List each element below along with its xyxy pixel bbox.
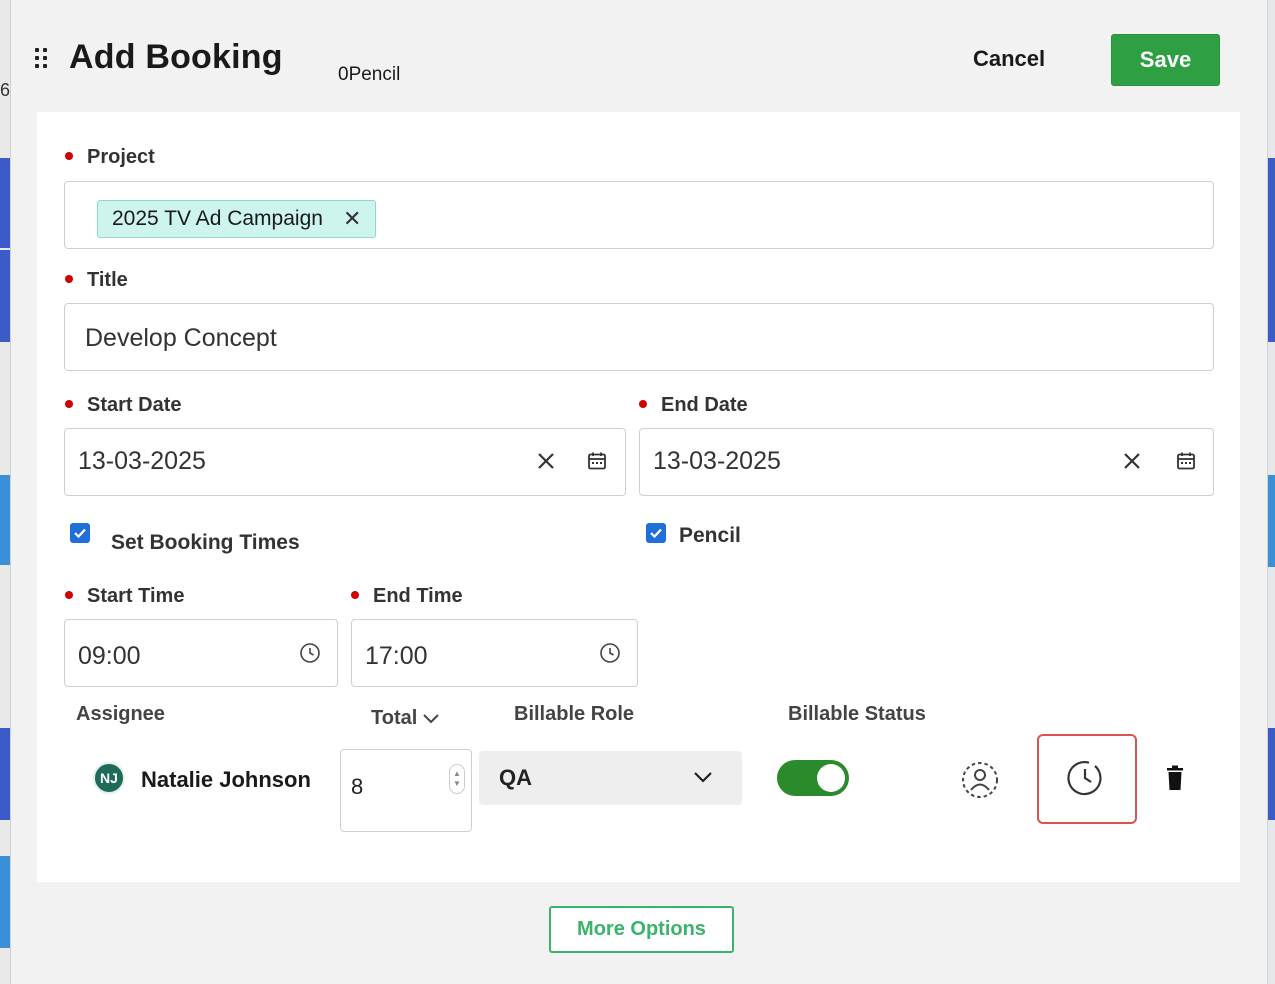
clock-icon[interactable]: [597, 640, 623, 666]
background-bar-left-3: [0, 475, 10, 565]
required-indicator: [639, 399, 647, 408]
required-indicator: [65, 399, 73, 408]
cancel-button[interactable]: Cancel: [973, 46, 1045, 72]
background-bar-right-3: [1268, 475, 1275, 567]
project-tag-label: 2025 TV Ad Campaign: [112, 207, 323, 230]
clock-icon[interactable]: [297, 640, 323, 666]
set-booking-times-checkbox[interactable]: [70, 523, 90, 543]
project-tag: 2025 TV Ad Campaign ✕: [97, 200, 377, 238]
project-label: Project: [65, 146, 155, 169]
highlight-annotation: [1037, 734, 1137, 824]
end-time-value: 17:00: [365, 642, 428, 670]
billable-role-select[interactable]: QA: [479, 751, 742, 805]
title-value: Develop Concept: [85, 324, 277, 352]
chevron-down-icon: [423, 713, 440, 723]
background-bar-left-4: [0, 728, 10, 820]
end-date-value: 13-03-2025: [653, 447, 781, 475]
required-indicator: [65, 590, 73, 599]
clear-end-date-icon[interactable]: [1117, 446, 1147, 476]
background-bar-right-1: [1268, 158, 1275, 250]
trash-icon[interactable]: [1161, 762, 1189, 794]
set-booking-times-label: Set Booking Times: [111, 531, 300, 554]
drag-handle-icon[interactable]: [35, 48, 51, 72]
more-options-button[interactable]: More Options: [549, 906, 734, 953]
title-input[interactable]: Develop Concept: [64, 303, 1214, 371]
required-indicator: [351, 590, 359, 599]
start-time-input[interactable]: 09:00: [64, 619, 338, 687]
modal-header: Add Booking 0Pencil Cancel Save: [11, 0, 1267, 112]
billable-role-column-header: Billable Role: [514, 703, 635, 725]
avatar: NJ: [93, 762, 125, 794]
page-title: Add Booking: [69, 38, 283, 76]
pencil-label: Pencil: [679, 524, 741, 547]
calendar-icon[interactable]: [1172, 447, 1200, 475]
title-label: Title: [65, 269, 128, 292]
calendar-icon[interactable]: [583, 447, 611, 475]
project-field[interactable]: 2025 TV Ad Campaign ✕: [64, 181, 1214, 249]
assignee-name: Natalie Johnson: [141, 767, 311, 792]
background-bar-right-2: [1268, 250, 1275, 342]
required-indicator: [65, 274, 73, 283]
total-hours-value: 8: [351, 774, 364, 799]
total-column-header[interactable]: Total: [371, 707, 441, 730]
billable-status-toggle[interactable]: [777, 760, 849, 796]
chevron-down-icon: [694, 772, 712, 783]
billable-status-column-header: Billable Status: [788, 703, 926, 725]
start-date-value: 13-03-2025: [78, 447, 206, 475]
start-date-input[interactable]: 13-03-2025: [64, 428, 626, 496]
background-bar-left-1: [0, 158, 10, 248]
end-time-input[interactable]: 17:00: [351, 619, 638, 687]
start-date-label: Start Date: [65, 394, 181, 417]
total-hours-stepper[interactable]: 8 ▲ ▼: [340, 749, 472, 832]
save-button[interactable]: Save: [1111, 34, 1220, 86]
start-time-value: 09:00: [78, 642, 141, 670]
background-bar-left-2: [0, 250, 10, 342]
required-indicator: [65, 151, 73, 160]
clear-start-date-icon[interactable]: [531, 446, 561, 476]
pencil-checkbox[interactable]: [646, 523, 666, 543]
billable-role-value: QA: [499, 765, 532, 790]
toggle-knob: [817, 764, 845, 792]
add-booking-modal: Add Booking 0Pencil Cancel Save Project …: [10, 0, 1268, 984]
end-time-label: End Time: [351, 585, 463, 608]
assign-user-icon[interactable]: [958, 758, 1002, 802]
background-bar-left-5: [0, 856, 10, 948]
background-bar-right-4: [1268, 728, 1275, 820]
end-date-label: End Date: [639, 394, 748, 417]
assignee-column-header: Assignee: [76, 703, 165, 725]
end-date-input[interactable]: 13-03-2025: [639, 428, 1214, 496]
remove-tag-icon[interactable]: ✕: [343, 206, 361, 232]
start-time-label: Start Time: [65, 585, 184, 608]
stepper-arrows-icon[interactable]: ▲ ▼: [449, 764, 465, 794]
pencil-subtitle: 0Pencil: [338, 64, 401, 85]
